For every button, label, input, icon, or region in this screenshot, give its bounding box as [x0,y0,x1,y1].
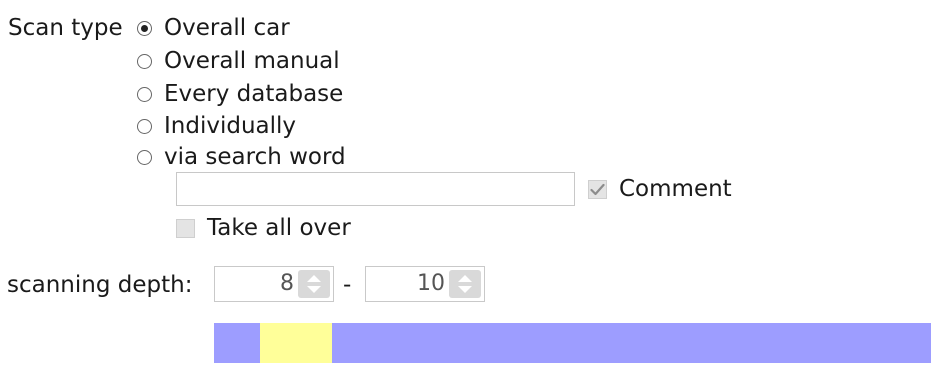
radio-label-every-database: Every database [164,81,344,107]
take-all-over-checkbox-row[interactable]: Take all over [176,214,351,242]
depth-to-spin-arrows[interactable] [449,270,481,298]
radio-label-individually: Individually [164,113,297,139]
radio-label-overall-manual: Overall manual [164,48,340,74]
radio-option-overall-car[interactable]: Overall car [137,14,290,42]
spin-down-icon[interactable] [458,286,472,293]
comment-label: Comment [619,176,732,202]
radio-option-individually[interactable]: Individually [137,112,296,140]
radio-button-via-search-word[interactable] [137,149,152,165]
radio-selected-dot [141,24,148,32]
radio-label-via-search-word: via search word [164,144,346,170]
radio-button-every-database[interactable] [137,86,152,102]
radio-option-overall-manual[interactable]: Overall manual [137,47,340,75]
spin-down-icon[interactable] [307,286,321,293]
depth-from-spin-arrows[interactable] [298,270,330,298]
depth-to-spinner[interactable]: 10 [365,266,485,302]
depth-range-bar [214,323,931,363]
depth-from-value[interactable]: 8 [215,267,298,301]
take-all-over-checkbox[interactable] [176,218,195,238]
spin-up-icon[interactable] [458,275,472,282]
comment-checkbox-row[interactable]: Comment [588,175,732,203]
radio-label-overall-car: Overall car [164,15,290,41]
scanning-depth-label: scanning depth: [7,272,193,298]
depth-from-spinner[interactable]: 8 [214,266,334,302]
depth-range-highlight [260,323,332,363]
depth-to-value[interactable]: 10 [366,267,449,301]
take-all-over-label: Take all over [207,215,351,241]
radio-button-overall-car[interactable] [137,20,152,36]
checkmark-icon [590,183,605,195]
search-word-input[interactable] [176,172,575,206]
comment-checkbox[interactable] [588,179,607,199]
spin-up-icon[interactable] [307,275,321,282]
radio-option-via-search-word[interactable]: via search word [137,143,346,171]
scan-type-label: Scan type [8,15,123,41]
radio-option-every-database[interactable]: Every database [137,80,343,108]
radio-button-individually[interactable] [137,118,152,134]
depth-range-separator: - [343,272,352,298]
radio-button-overall-manual[interactable] [137,53,152,69]
